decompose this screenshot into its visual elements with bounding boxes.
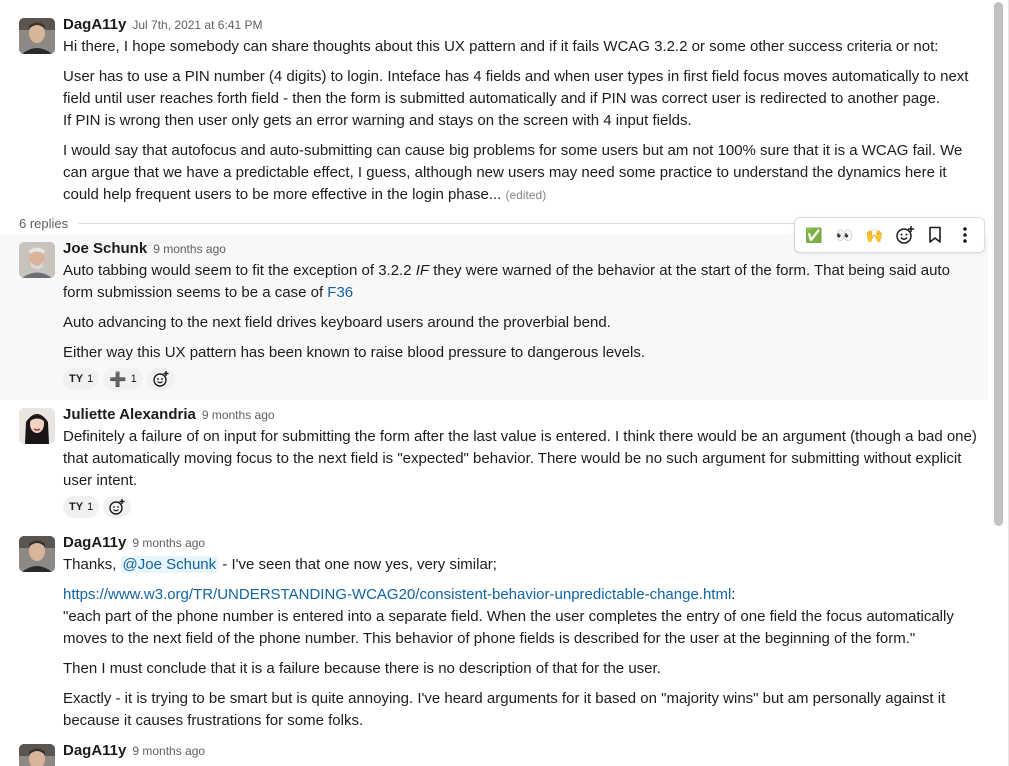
avatar[interactable]: [19, 18, 55, 54]
reaction-ty[interactable]: TY 1: [63, 368, 100, 390]
reaction-count: 1: [87, 501, 94, 513]
message-text-part: :: [731, 586, 736, 603]
user-mention[interactable]: @Joe Schunk: [120, 556, 219, 573]
author-name[interactable]: Juliette Alexandria: [63, 406, 196, 423]
message-text: Exactly - it is trying to be smart but i…: [63, 690, 946, 729]
message-reply: DagA11y 9 months ago Thanks, @Joe Schunk …: [0, 532, 988, 738]
reaction-emoji: TY: [69, 373, 84, 385]
react-check-button[interactable]: ✅: [800, 221, 828, 249]
author-name[interactable]: DagA11y: [63, 742, 126, 759]
avatar[interactable]: [19, 744, 55, 766]
author-name[interactable]: Joe Schunk: [63, 240, 147, 257]
reaction-count: 1: [130, 373, 137, 385]
message-reply: DagA11y 9 months ago: [0, 740, 988, 766]
message-timestamp[interactable]: 9 months ago: [202, 408, 275, 422]
edited-label: (edited): [505, 188, 547, 202]
react-raised-hands-button[interactable]: 🙌: [860, 221, 888, 249]
replies-count: 6 replies: [19, 215, 69, 231]
message-text: Thanks, @Joe Schunk - I've seen that one…: [63, 554, 978, 576]
message-timestamp[interactable]: 9 months ago: [132, 744, 205, 758]
message-text: I would say that autofocus and auto-subm…: [63, 140, 978, 206]
avatar[interactable]: [19, 536, 55, 572]
more-actions-button[interactable]: [951, 221, 979, 249]
reaction-emoji: ➕: [109, 370, 127, 387]
message-text-part: - I've seen that one now yes, very simil…: [218, 556, 497, 573]
message-text: Auto advancing to the next field drives …: [63, 314, 611, 331]
eyes-icon: 👀: [835, 226, 853, 243]
message-timestamp[interactable]: 9 months ago: [153, 242, 226, 256]
message-text: https://www.w3.org/TR/UNDERSTANDING-WCAG…: [63, 584, 978, 606]
message-text: Either way this UX pattern has been know…: [63, 344, 645, 361]
reactions: TY 1: [63, 496, 978, 518]
more-vertical-icon: [963, 227, 967, 243]
message-actions-toolbar: ✅ 👀 🙌: [794, 217, 985, 253]
reaction-count: 1: [87, 373, 94, 385]
reaction-emoji: TY: [69, 501, 84, 513]
save-for-later-button[interactable]: [921, 221, 949, 249]
reaction-ty[interactable]: TY 1: [63, 496, 100, 518]
bookmark-icon: [928, 226, 941, 243]
w3c-link[interactable]: https://www.w3.org/TR/UNDERSTANDING-WCAG…: [63, 586, 731, 603]
message-text-italic: IF: [415, 262, 430, 279]
avatar[interactable]: [19, 408, 55, 444]
message-text-part: Auto tabbing would seem to fit the excep…: [63, 262, 416, 279]
author-name[interactable]: DagA11y: [63, 16, 126, 33]
add-emoji-icon: [895, 226, 914, 244]
check-icon: ✅: [805, 226, 823, 243]
message-text: User has to use a PIN number (4 digits) …: [63, 68, 969, 107]
f36-link[interactable]: F36: [327, 284, 353, 301]
message-quote-text: "each part of the phone number is entere…: [63, 608, 954, 647]
scrollbar[interactable]: [988, 0, 1009, 766]
message-reply: Joe Schunk 9 months ago Auto tabbing woul…: [0, 234, 988, 400]
react-eyes-button[interactable]: 👀: [830, 221, 858, 249]
message-parent: DagA11y Jul 7th, 2021 at 6:41 PM Hi there…: [0, 14, 988, 214]
message-timestamp[interactable]: Jul 7th, 2021 at 6:41 PM: [132, 18, 262, 32]
message-timestamp[interactable]: 9 months ago: [132, 536, 205, 550]
add-reaction-button[interactable]: [146, 368, 175, 390]
add-reaction-button[interactable]: [103, 496, 132, 518]
scrollbar-thumb[interactable]: [994, 2, 1003, 526]
avatar[interactable]: [19, 242, 55, 278]
message-text: If PIN is wrong then user only gets an e…: [63, 112, 692, 129]
thread-view: DagA11y Jul 7th, 2021 at 6:41 PM Hi there…: [0, 0, 988, 766]
message-text: Then I must conclude that it is a failur…: [63, 660, 661, 677]
add-reaction-button[interactable]: [891, 221, 919, 249]
replies-divider: 6 replies: [19, 214, 799, 232]
reaction-plus-one[interactable]: ➕ 1: [103, 368, 143, 390]
divider-line: [78, 222, 799, 224]
author-name[interactable]: DagA11y: [63, 534, 126, 551]
raised-hands-icon: 🙌: [865, 226, 884, 243]
reactions: TY 1 ➕ 1: [63, 368, 978, 390]
message-text: Auto tabbing would seem to fit the excep…: [63, 260, 978, 304]
add-emoji-icon: [109, 499, 125, 515]
message-reply: Juliette Alexandria 9 months ago Definite…: [0, 404, 988, 522]
add-emoji-icon: [153, 371, 169, 387]
message-text-part: Thanks,: [63, 556, 121, 573]
message-text: Definitely a failure of on input for sub…: [63, 428, 977, 489]
message-text: Hi there, I hope somebody can share thou…: [63, 38, 939, 55]
